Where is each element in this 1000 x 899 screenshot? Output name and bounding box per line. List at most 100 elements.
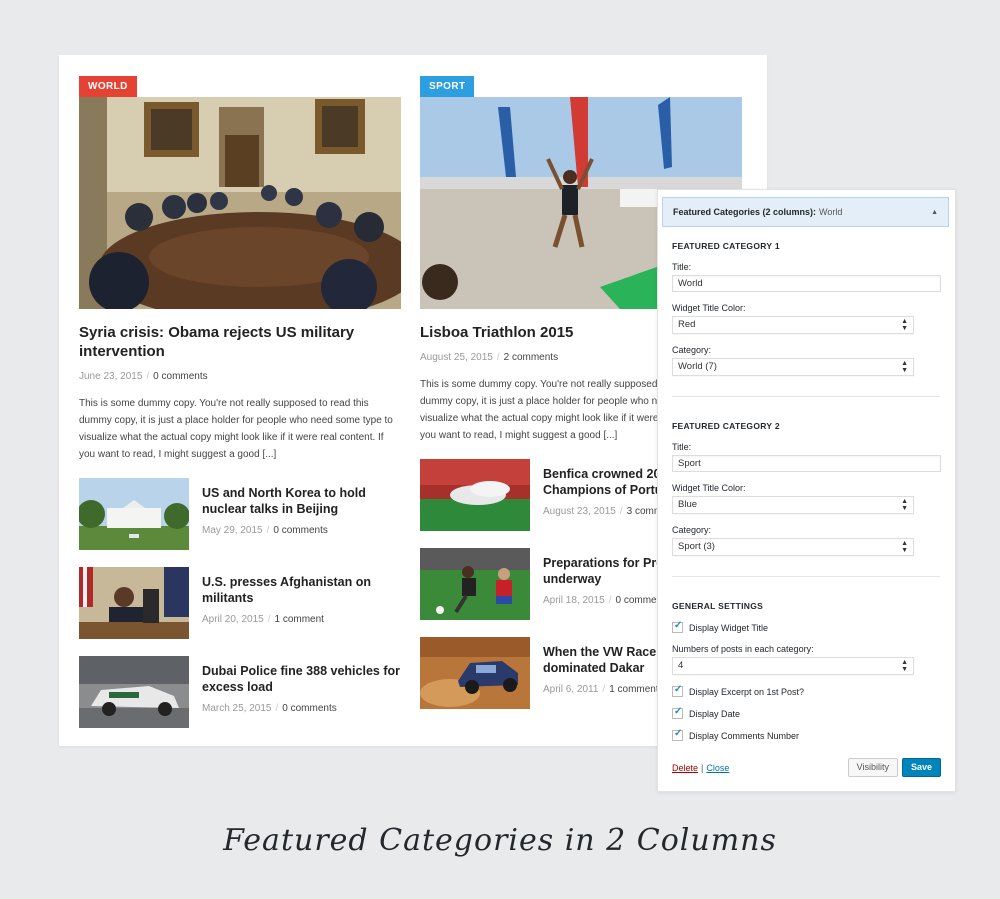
meta-separator: /	[608, 595, 612, 606]
display-comments-checkbox[interactable]	[672, 728, 683, 741]
field-label: Widget Title Color:	[672, 483, 746, 493]
thumbnail-stadium[interactable]	[420, 459, 530, 531]
list-item: US and North Korea to hold nuclear talks…	[79, 478, 401, 550]
field-label: Category:	[672, 525, 712, 535]
select-arrows-icon: ▲ ▼	[901, 360, 908, 374]
field-label: Title:	[672, 442, 692, 452]
display-excerpt-option: Display Excerpt on 1st Post?	[672, 684, 941, 697]
meta-separator: /	[602, 684, 606, 695]
divider	[672, 576, 940, 577]
list-item-title[interactable]: Dubai Police fine 388 vehicles for exces…	[202, 663, 401, 695]
section-title-general: General Settings	[672, 601, 764, 611]
list-item-meta: March 25, 2015/0 comments	[202, 702, 401, 715]
meta-separator: /	[267, 614, 271, 625]
cat1-category-select[interactable]: World (7) ▲ ▼	[672, 358, 914, 376]
world-category-tag[interactable]: World	[79, 76, 137, 97]
section-title-cat1: Featured Category 1	[672, 241, 780, 251]
list-item-title[interactable]: U.S. presses Afghanistan on militants	[202, 574, 401, 606]
sport-category-tag[interactable]: Sport	[420, 76, 475, 97]
select-value: Blue	[678, 499, 698, 510]
post-comments[interactable]: 1 comment	[275, 614, 324, 625]
post-comments[interactable]: 0 comments	[273, 525, 327, 536]
thumbnail-football[interactable]	[420, 548, 530, 620]
widget-settings-panel: Featured Categories (2 columns): World ▲…	[657, 189, 956, 792]
select-value: World (7)	[678, 361, 717, 372]
display-excerpt-checkbox[interactable]	[672, 684, 683, 697]
featured-post-title[interactable]: Syria crisis: Obama rejects US military …	[79, 323, 401, 361]
checkbox-label: Display Date	[689, 708, 741, 719]
link-separator: |	[701, 762, 704, 773]
widget-header[interactable]: Featured Categories (2 columns): World ▲	[662, 197, 949, 227]
cat2-title-input[interactable]: Sport	[672, 455, 941, 472]
thumbnail-police-car[interactable]	[79, 656, 189, 728]
cat2-color-select[interactable]: Blue ▲ ▼	[672, 496, 914, 514]
divider	[672, 396, 940, 397]
list-item: U.S. presses Afghanistan on militants Ap…	[79, 567, 401, 639]
list-item: Dubai Police fine 388 vehicles for exces…	[79, 656, 401, 728]
field-label: Widget Title Color:	[672, 303, 746, 313]
thumbnail-obama-desk[interactable]	[79, 567, 189, 639]
section-title-cat2: Featured Category 2	[672, 421, 780, 431]
meta-separator: /	[275, 703, 279, 714]
checkbox-label: Display Widget Title	[689, 622, 769, 633]
select-arrows-icon: ▲ ▼	[901, 540, 908, 554]
posts-count-select[interactable]: 4 ▲ ▼	[672, 657, 914, 675]
select-arrows-icon: ▲ ▼	[901, 659, 908, 673]
checkbox-label: Display Comments Number	[689, 730, 800, 741]
featured-image-meeting[interactable]	[79, 97, 401, 309]
featured-post-excerpt: This is some dummy copy. You're not real…	[79, 398, 393, 460]
list-item-meta: May 29, 2015/0 comments	[202, 524, 401, 537]
list-item-body: U.S. presses Afghanistan on militants Ap…	[202, 567, 401, 639]
field-label: Title:	[672, 262, 692, 272]
display-comments-option: Display Comments Number	[672, 728, 941, 741]
post-comments[interactable]: 0 comments	[282, 703, 336, 714]
save-button[interactable]: Save	[901, 758, 941, 777]
close-link[interactable]: Close	[706, 763, 729, 773]
post-date[interactable]: April 20, 2015	[202, 614, 264, 625]
thumbnail-white-house[interactable]	[79, 478, 189, 550]
post-comments[interactable]: 2 comments	[504, 352, 558, 363]
world-post-list: US and North Korea to hold nuclear talks…	[79, 478, 401, 728]
post-date[interactable]: August 25, 2015	[420, 352, 493, 363]
post-date[interactable]: August 23, 2015	[543, 506, 616, 517]
post-comments[interactable]: 0 comments	[153, 371, 207, 382]
list-item-body: US and North Korea to hold nuclear talks…	[202, 478, 401, 550]
select-value: Red	[678, 319, 696, 330]
post-date[interactable]: June 23, 2015	[79, 371, 142, 382]
select-arrows-icon: ▲ ▼	[901, 498, 908, 512]
list-item-meta: April 20, 2015/ 1 comment	[202, 613, 401, 626]
cat1-color-select[interactable]: Red ▲ ▼	[672, 316, 914, 334]
post-date[interactable]: April 6, 2011	[543, 684, 598, 695]
cat1-title-input[interactable]: World	[672, 275, 941, 292]
meta-separator: /	[266, 525, 270, 536]
featured-post-meta: June 23, 2015 /0 comments	[79, 370, 401, 383]
post-date[interactable]: April 18, 2015	[543, 595, 605, 606]
display-title-option: Display Widget Title	[672, 620, 941, 633]
select-value: 4	[678, 660, 684, 671]
post-date[interactable]: March 25, 2015	[202, 703, 272, 714]
thumbnail-dakar-car[interactable]	[420, 637, 530, 709]
select-arrows-icon: ▲ ▼	[901, 318, 908, 332]
widget-body: Featured Category 1 Title: World Widget …	[658, 241, 955, 741]
select-value: Sport (3)	[678, 541, 715, 552]
field-label: Category:	[672, 345, 712, 355]
delete-link[interactable]: Delete	[672, 763, 698, 773]
widget-header-value: World	[819, 207, 843, 217]
caption-title: Featured Categories in 2 Columns	[223, 823, 777, 858]
meta-separator: /	[619, 506, 623, 517]
display-date-checkbox[interactable]	[672, 706, 683, 719]
visibility-button[interactable]: Visibility	[847, 758, 898, 777]
cat2-category-select[interactable]: Sport (3) ▲ ▼	[672, 538, 914, 556]
widget-footer: Delete | Close Visibility Save	[672, 758, 941, 777]
list-item-title[interactable]: US and North Korea to hold nuclear talks…	[202, 485, 401, 517]
widget-header-label: Featured Categories (2 columns):	[673, 207, 817, 217]
display-title-checkbox[interactable]	[672, 620, 683, 633]
meta-separator: /	[496, 352, 500, 363]
world-column: World Syria crisis: Obama rejects US mil…	[79, 76, 401, 745]
display-date-option: Display Date	[672, 706, 941, 719]
list-item-body: Dubai Police fine 388 vehicles for exces…	[202, 656, 401, 728]
checkbox-label: Display Excerpt on 1st Post?	[689, 686, 805, 697]
post-comments[interactable]: 1 comment	[609, 684, 658, 695]
post-date[interactable]: May 29, 2015	[202, 525, 263, 536]
collapse-arrow-icon[interactable]: ▲	[931, 209, 938, 216]
